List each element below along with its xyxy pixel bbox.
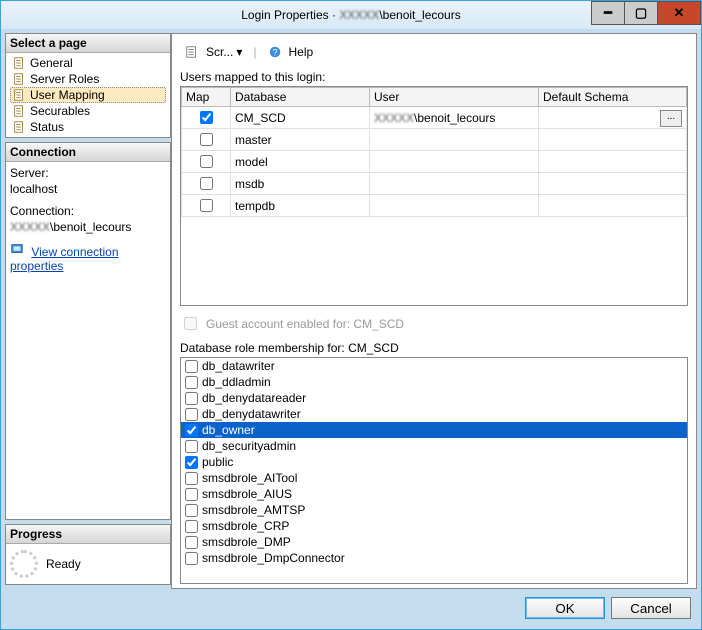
progress-header: Progress <box>6 525 170 544</box>
role-item[interactable]: db_securityadmin <box>181 438 687 454</box>
page-securables[interactable]: Securables <box>10 103 166 119</box>
role-checkbox[interactable] <box>185 424 198 437</box>
table-row[interactable]: master <box>182 129 687 151</box>
role-checkbox[interactable] <box>185 504 198 517</box>
users-mapped-label: Users mapped to this login: <box>180 70 688 84</box>
help-button[interactable]: ? Help <box>263 42 319 62</box>
connection-header: Connection <box>6 143 170 162</box>
progress-panel: Progress Ready <box>5 524 171 585</box>
role-checkbox[interactable] <box>185 536 198 549</box>
server-value: localhost <box>10 182 166 196</box>
svg-text:?: ? <box>272 48 277 58</box>
role-item[interactable]: db_denydatawriter <box>181 406 687 422</box>
role-checkbox[interactable] <box>185 440 198 453</box>
connection-panel: Connection Server: localhost Connection:… <box>5 142 171 520</box>
role-checkbox[interactable] <box>185 408 198 421</box>
role-item[interactable]: smsdbrole_AMTSP <box>181 502 687 518</box>
server-label: Server: <box>10 166 166 180</box>
role-membership-list[interactable]: db_datawriterdb_ddladmindb_denydatareade… <box>180 357 688 584</box>
select-page-panel: Select a page GeneralServer RolesUser Ma… <box>5 33 171 138</box>
connection-label: Connection: <box>10 204 166 218</box>
minimize-button[interactable]: ━ <box>591 1 625 25</box>
map-checkbox[interactable] <box>200 199 213 212</box>
role-checkbox[interactable] <box>185 488 198 501</box>
browse-schema-button[interactable]: ... <box>660 110 682 127</box>
window-title: Login Properties · XXXXX\benoit_lecours <box>241 8 460 22</box>
col-database[interactable]: Database <box>231 88 370 107</box>
role-membership-label: Database role membership for: CM_SCD <box>180 341 688 355</box>
page-user-mapping[interactable]: User Mapping <box>10 87 166 103</box>
cancel-button[interactable]: Cancel <box>611 597 691 619</box>
user-mapping-grid[interactable]: Map Database User Default Schema CM_SCDX… <box>180 86 688 306</box>
role-item[interactable]: db_owner <box>181 422 687 438</box>
map-checkbox[interactable] <box>200 155 213 168</box>
role-item[interactable]: db_ddladmin <box>181 374 687 390</box>
role-item[interactable]: smsdbrole_DMP <box>181 534 687 550</box>
role-item[interactable]: smsdbrole_AIUS <box>181 486 687 502</box>
page-server-roles[interactable]: Server Roles <box>10 71 166 87</box>
table-row[interactable]: model <box>182 151 687 173</box>
guest-account-checkbox: Guest account enabled for: CM_SCD <box>180 314 688 333</box>
role-item[interactable]: smsdbrole_AITool <box>181 470 687 486</box>
role-checkbox[interactable] <box>185 552 198 565</box>
toolbar: Scr... ▾ | ? Help <box>180 42 688 62</box>
chevron-down-icon: ▾ <box>236 45 242 59</box>
role-checkbox[interactable] <box>185 392 198 405</box>
titlebar: Login Properties · XXXXX\benoit_lecours … <box>1 1 701 29</box>
role-checkbox[interactable] <box>185 456 198 469</box>
page-status[interactable]: Status <box>10 119 166 135</box>
role-item[interactable]: db_denydatareader <box>181 390 687 406</box>
role-checkbox[interactable] <box>185 520 198 533</box>
col-schema[interactable]: Default Schema <box>539 88 687 107</box>
role-checkbox[interactable] <box>185 360 198 373</box>
map-checkbox[interactable] <box>200 133 213 146</box>
select-page-header: Select a page <box>6 34 170 53</box>
role-item[interactable]: db_datawriter <box>181 358 687 374</box>
guest-checkbox <box>184 317 197 330</box>
maximize-button[interactable]: ▢ <box>624 1 658 25</box>
table-row[interactable]: msdb <box>182 173 687 195</box>
connection-value: XXXXX\benoit_lecours <box>10 220 166 234</box>
view-connection-link[interactable]: View connection properties <box>10 242 166 273</box>
progress-spinner-icon <box>10 550 38 578</box>
progress-status: Ready <box>46 557 81 571</box>
script-button[interactable]: Scr... ▾ <box>180 42 247 62</box>
role-item[interactable]: public <box>181 454 687 470</box>
ok-button[interactable]: OK <box>525 597 605 619</box>
role-checkbox[interactable] <box>185 376 198 389</box>
page-general[interactable]: General <box>10 55 166 71</box>
table-row[interactable]: CM_SCDXXXXX\benoit_lecours... <box>182 107 687 129</box>
role-checkbox[interactable] <box>185 472 198 485</box>
close-button[interactable]: ✕ <box>657 1 701 25</box>
map-checkbox[interactable] <box>200 177 213 190</box>
role-item[interactable]: smsdbrole_CRP <box>181 518 687 534</box>
col-map[interactable]: Map <box>182 88 231 107</box>
map-checkbox[interactable] <box>200 111 213 124</box>
table-row[interactable]: tempdb <box>182 195 687 217</box>
role-item[interactable]: smsdbrole_DmpConnector <box>181 550 687 566</box>
col-user[interactable]: User <box>370 88 539 107</box>
